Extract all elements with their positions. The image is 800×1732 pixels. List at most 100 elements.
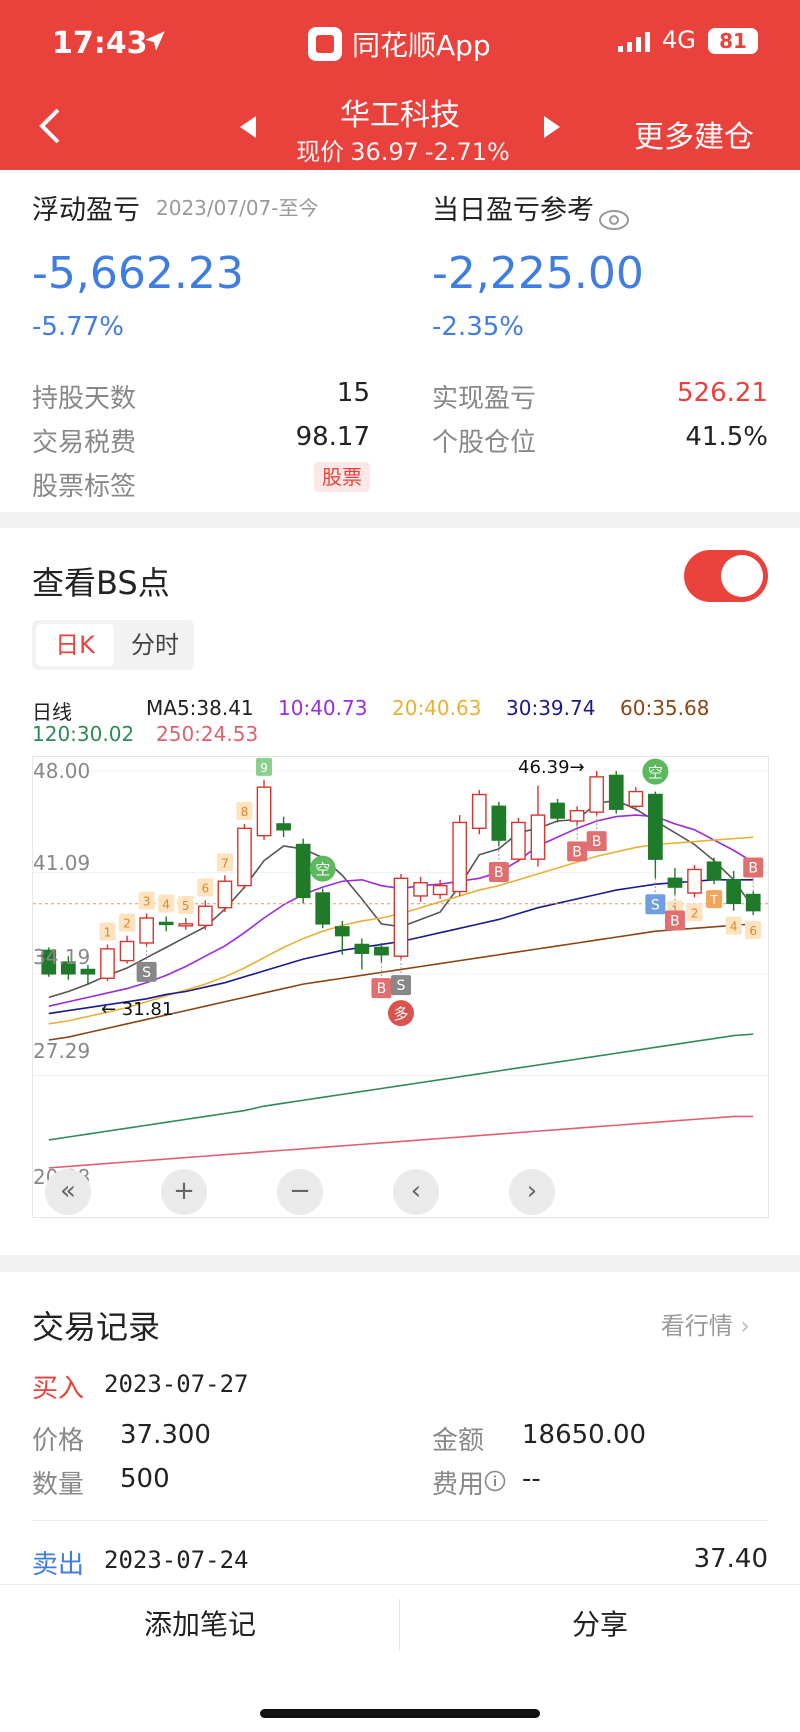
info-icon[interactable] (484, 1470, 506, 1492)
count-mark-label: 8 (241, 805, 249, 819)
float-pnl-date: 2023/07/07-至今 (156, 196, 319, 220)
candle-body (197, 905, 213, 927)
pan-left-button[interactable]: ‹ (393, 1169, 439, 1215)
location-arrow-icon (145, 31, 165, 51)
ma-line-ma120 (48, 1033, 754, 1141)
candle-body (315, 892, 331, 925)
candle-body (511, 821, 526, 860)
price-label: 价格 (32, 1426, 85, 1456)
candle-body (648, 793, 663, 860)
trade-type-sell: 卖出 (32, 1550, 85, 1580)
header: 17:43 同花顺App 4G 81 华工科技 现价 36.97 -2.71% 更多… (0, 0, 800, 170)
candle-body (100, 948, 115, 979)
count-mark-label: 4 (730, 920, 738, 934)
candle-body (491, 805, 507, 841)
candle-body (608, 774, 624, 810)
y-tick-label: 27.29 (33, 1039, 91, 1063)
bs-title: 查看BS点 (32, 564, 170, 602)
ma-legend-ma30: 30:39.74 (506, 696, 596, 720)
candle-body (432, 884, 448, 896)
status-time: 17:43 (52, 26, 148, 61)
bs-marker-label: B (592, 834, 602, 850)
count-mark-label: 6 (749, 924, 757, 938)
candle-body (687, 868, 702, 894)
zoom-out-button[interactable]: − (277, 1169, 323, 1215)
candle-body (334, 926, 350, 937)
count-mark-label: 5 (182, 899, 190, 913)
candle-body (237, 827, 252, 887)
candle-body (550, 802, 565, 819)
candle-body (706, 861, 722, 881)
zoom-in-button[interactable]: + (161, 1169, 207, 1215)
next-stock-icon[interactable] (544, 116, 560, 138)
float-pnl-label: 浮动盈亏 (32, 195, 140, 226)
candle-body (745, 893, 761, 912)
divider (32, 1520, 768, 1521)
pan-right-button[interactable]: › (509, 1169, 555, 1215)
day-pnl-value: -2,225.00 (432, 248, 644, 299)
candle-body (452, 821, 468, 893)
ma-legend-ma120: 120:30.02 (32, 722, 135, 746)
signal-badge-label: 多 (393, 1005, 408, 1023)
candle-body (139, 917, 154, 944)
add-note-button[interactable]: 添加笔记 (0, 1585, 400, 1665)
ma-legend-ma60: 60:35.68 (620, 696, 710, 720)
bs-marker-label: S (397, 978, 406, 994)
count-mark-label: 6 (202, 881, 210, 895)
tax-value: 98.17 (295, 422, 370, 452)
trade-date: 2023-07-24 (104, 1546, 249, 1574)
fee-label: 费用 (432, 1470, 485, 1500)
trade-value: 37.40 (693, 1544, 768, 1574)
tab-daily-k[interactable]: 日K (36, 624, 114, 666)
bs-marker-label: B (748, 861, 758, 877)
count-mark-label: 3 (143, 895, 151, 909)
bs-marker-label: B (377, 981, 387, 997)
count-mark-label: 9 (260, 761, 268, 775)
candle-body (471, 793, 487, 830)
count-mark-label: 4 (162, 898, 170, 912)
day-pnl-label: 当日盈亏参考 (432, 195, 594, 226)
candle-body (295, 843, 311, 899)
candle-body (119, 940, 135, 962)
zoom-out-max-button[interactable]: « (45, 1169, 91, 1215)
low-annotation: ← 31.81 (101, 999, 174, 1020)
ma-legend-ma250: 250:24.53 (156, 722, 259, 746)
network-type: 4G (662, 26, 696, 54)
tax-label: 交易税费 (32, 428, 137, 458)
tab-intraday[interactable]: 分时 (120, 624, 190, 666)
candle-body (667, 877, 683, 888)
amount-value: 18650.00 (522, 1420, 647, 1450)
candle-body (276, 823, 291, 831)
home-indicator (260, 1709, 540, 1718)
amount-label: 金额 (432, 1426, 485, 1456)
candle-body (374, 946, 389, 956)
more-positions-button[interactable]: 更多建仓 (634, 112, 754, 156)
position-ratio-value: 41.5% (685, 422, 768, 452)
count-mark-label: 2 (691, 906, 699, 920)
candle-body (354, 943, 370, 954)
hold-days-label: 持股天数 (32, 384, 137, 414)
count-mark-label: 2 (123, 917, 131, 931)
bs-toggle[interactable] (684, 550, 768, 602)
battery-icon: 81 (708, 28, 758, 54)
high-annotation: 46.39→ (518, 757, 585, 778)
app-name: 同花顺App (308, 24, 491, 64)
qty-label: 数量 (32, 1470, 85, 1500)
candle-body (178, 923, 194, 927)
kline-chart[interactable]: 123456789123456TSBS多空BBBS空BB 48.00 41.09… (32, 756, 769, 1218)
bs-marker-label: S (142, 965, 151, 981)
candle-body (413, 882, 428, 897)
trade-date: 2023-07-27 (104, 1370, 249, 1398)
eye-icon[interactable] (598, 208, 630, 232)
ma-legend-ma20: 20:40.63 (392, 696, 482, 720)
candle-body (256, 786, 272, 837)
candle-body (628, 790, 644, 807)
view-quote-link[interactable]: 看行情 (661, 1306, 750, 1341)
count-mark-label: T (709, 893, 718, 907)
share-button[interactable]: 分享 (400, 1585, 800, 1665)
ma-legend-daily: 日线 (32, 700, 72, 724)
candle-body (217, 880, 233, 909)
bs-points-card: 查看BS点 日K 分时 日线 MA5:38.41 10:40.73 20:40.… (0, 528, 800, 1255)
ma-legend-ma5: MA5:38.41 (146, 696, 254, 720)
signal-badge-label: 空 (648, 764, 663, 782)
